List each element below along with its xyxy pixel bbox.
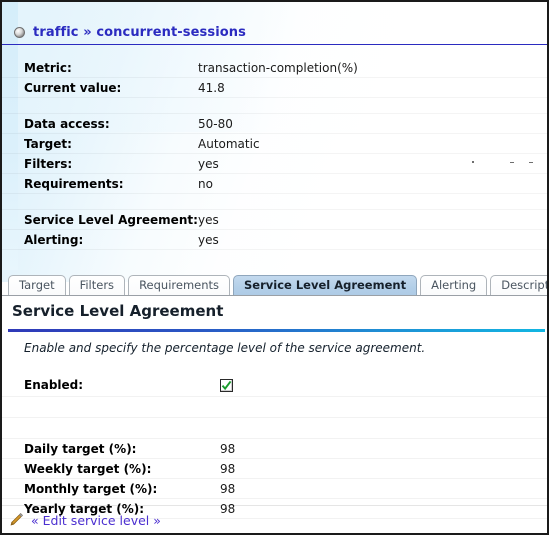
- form-spacer: [2, 418, 547, 439]
- footer-divider: [2, 505, 547, 506]
- summary-label: Data access:: [24, 116, 110, 131]
- summary-spacer: [2, 194, 547, 210]
- enabled-checkbox[interactable]: [220, 378, 233, 392]
- summary-label: Service Level Agreement:: [24, 212, 198, 227]
- summary-row-sla: Service Level Agreement: yes: [2, 210, 547, 230]
- tab-service-level-agreement[interactable]: Service Level Agreement: [233, 275, 418, 295]
- summary-row-metric: Metric: transaction-completion(%): [2, 58, 547, 78]
- sla-form: Enabled: Daily target (%): 98 Weekly tar…: [2, 374, 547, 519]
- summary-label: Filters:: [24, 156, 73, 171]
- field-value: 98: [220, 461, 236, 476]
- tab-requirements[interactable]: Requirements: [128, 275, 231, 295]
- tab-bar: Target Filters Requirements Service Leve…: [2, 274, 547, 296]
- summary-label: Target:: [24, 136, 72, 151]
- pencil-edit-icon: [10, 513, 23, 526]
- radio-bullet-icon: [14, 26, 25, 38]
- metric-detail-window: traffic » concurrent-sessions Metric: tr…: [0, 0, 549, 535]
- field-label: Weekly target (%):: [24, 461, 152, 476]
- render-artifact: [510, 162, 514, 163]
- summary-value: yes: [198, 156, 219, 171]
- enabled-label: Enabled:: [24, 378, 84, 392]
- summary-row-target: Target: Automatic: [2, 134, 547, 154]
- summary-value: yes: [198, 232, 219, 247]
- summary-value: yes: [198, 212, 219, 227]
- summary-label: Requirements:: [24, 176, 124, 191]
- summary-list: Metric: transaction-completion(%) Curren…: [2, 58, 547, 250]
- field-value: 98: [220, 441, 236, 456]
- summary-row-current-value: Current value: 41.8: [2, 78, 547, 98]
- title-divider: [8, 329, 545, 332]
- form-row-daily-target: Daily target (%): 98: [2, 439, 547, 459]
- panel-hint: Enable and specify the percentage level …: [24, 341, 426, 355]
- panel-title: Service Level Agreement: [12, 302, 224, 320]
- summary-value: 50-80: [198, 116, 233, 131]
- summary-value: 41.8: [198, 80, 225, 95]
- form-row-weekly-target: Weekly target (%): 98: [2, 459, 547, 479]
- render-artifact: [529, 162, 533, 163]
- summary-row-requirements: Requirements: no: [2, 174, 547, 194]
- summary-label: Alerting:: [24, 232, 84, 247]
- tab-target[interactable]: Target: [8, 275, 66, 295]
- summary-value: transaction-completion(%): [198, 60, 358, 75]
- edit-service-level-row[interactable]: « Edit service level »: [2, 510, 547, 530]
- breadcrumb[interactable]: traffic » concurrent-sessions: [2, 20, 547, 45]
- field-label: Daily target (%):: [24, 441, 137, 456]
- tab-filters[interactable]: Filters: [68, 275, 126, 295]
- summary-label: Current value:: [24, 80, 122, 95]
- summary-row-data-access: Data access: 50-80: [2, 114, 547, 134]
- form-row-enabled: Enabled:: [2, 374, 547, 397]
- check-icon: [221, 380, 232, 390]
- summary-row-alerting: Alerting: yes: [2, 230, 547, 250]
- edit-service-level-link[interactable]: « Edit service level »: [31, 513, 161, 528]
- tab-alerting[interactable]: Alerting: [420, 275, 488, 295]
- tab-description[interactable]: Description: [490, 275, 547, 295]
- form-row-monthly-target: Monthly target (%): 98: [2, 479, 547, 499]
- breadcrumb-label[interactable]: traffic » concurrent-sessions: [33, 25, 246, 40]
- summary-row-filters: Filters: yes: [2, 154, 547, 174]
- summary-value: no: [198, 176, 213, 191]
- field-label: Monthly target (%):: [24, 481, 158, 496]
- summary-label: Metric:: [24, 60, 72, 75]
- form-spacer: [2, 397, 547, 418]
- summary-value: Automatic: [198, 136, 260, 151]
- render-artifact: [472, 161, 474, 163]
- summary-spacer: [2, 98, 547, 114]
- field-value: 98: [220, 481, 236, 496]
